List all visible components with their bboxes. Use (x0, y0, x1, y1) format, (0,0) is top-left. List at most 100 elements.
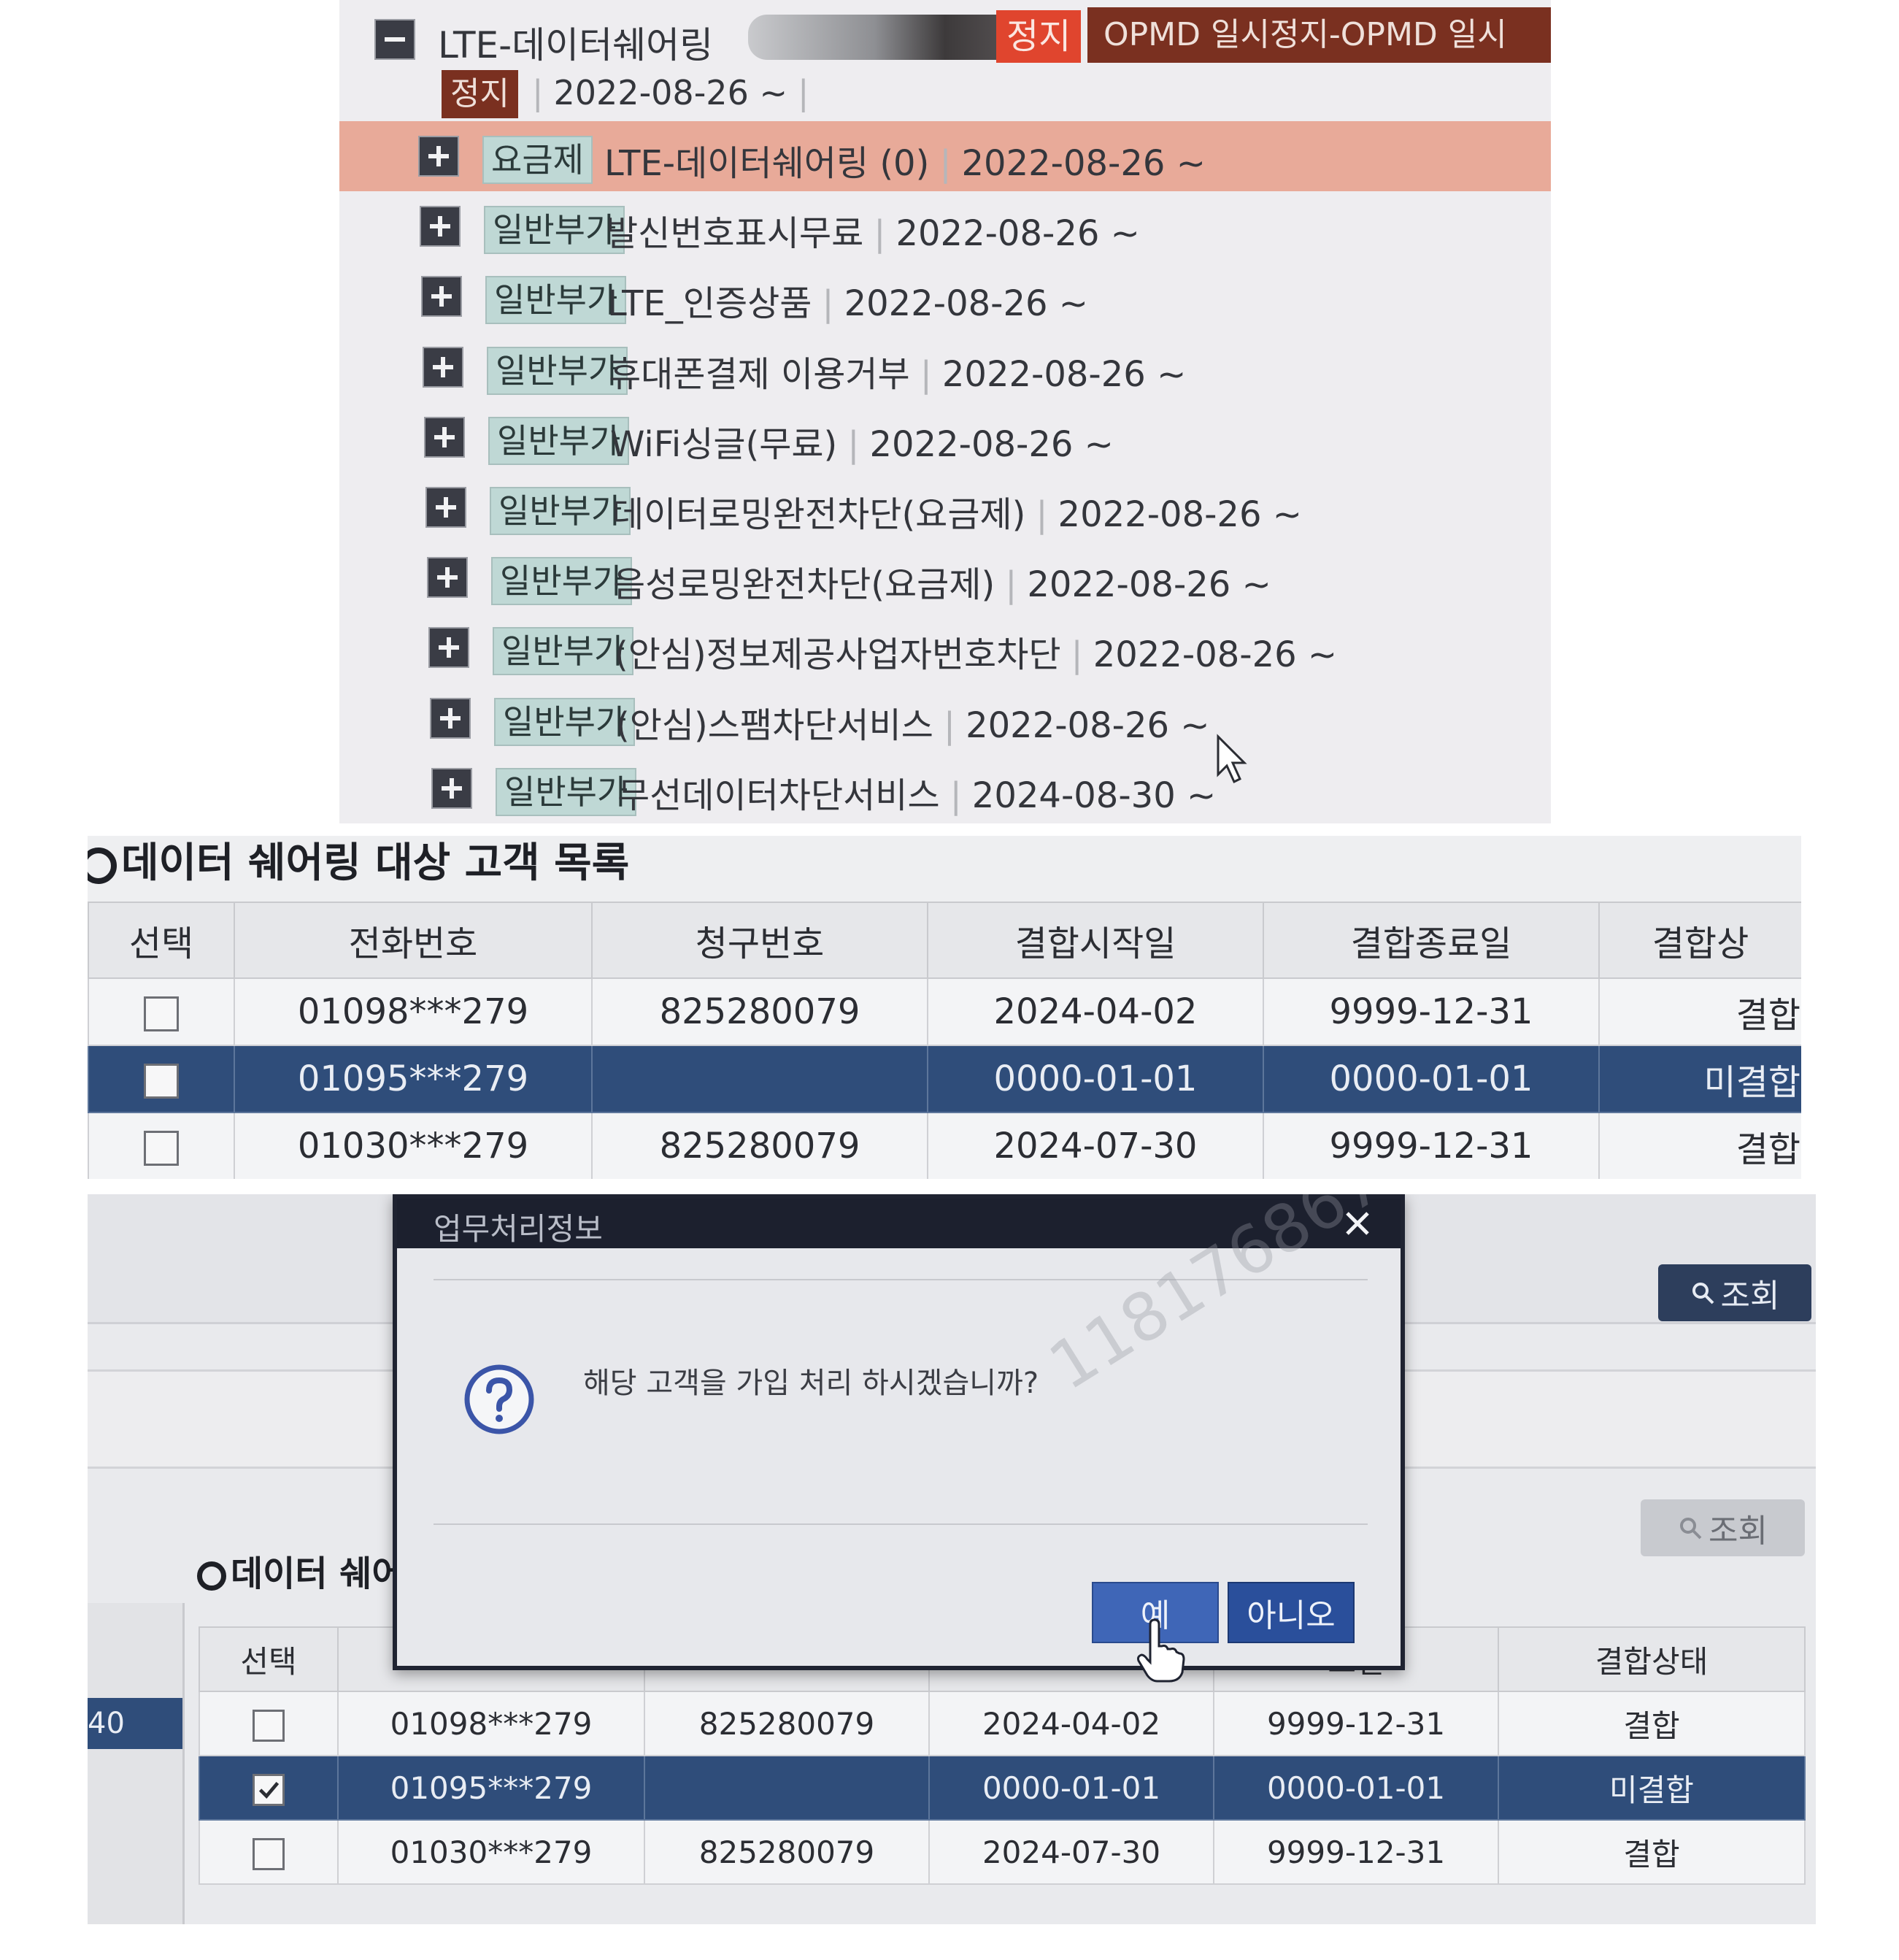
product-name: WiFi싱글(무료) (610, 423, 838, 465)
product-name: 발신번호표시무료 (606, 213, 864, 255)
column-header[interactable]: 결합종료일 (1263, 902, 1600, 979)
section-title: 데이터 쉐어링 대상 고객 목록 (88, 836, 629, 889)
column-header[interactable]: 전화번호 (234, 902, 593, 979)
product-date: 2022-08-26 ~ (869, 423, 1114, 465)
opmd-status-badge-cont: 정지 (442, 70, 518, 118)
product-tree-panel: LTE-데이터쉐어링 정지 OPMD 일시정지-OPMD 일시 정지 | 2022… (339, 0, 1551, 823)
plus-icon (430, 216, 450, 237)
tree-root-row[interactable]: LTE-데이터쉐어링 정지 OPMD 일시정지-OPMD 일시 정지 | 2022… (339, 0, 1551, 121)
tree-item-row[interactable]: 요금제 LTE-데이터쉐어링 (0) | 2022-08-26 ~ (339, 121, 1551, 191)
table-row[interactable]: 01098***279 825280079 2024-04-02 9999-12-31… (88, 977, 1801, 1046)
select-cell[interactable] (199, 1755, 339, 1821)
billing-cell (644, 1755, 930, 1821)
search-button[interactable]: 조회 (1658, 1264, 1811, 1321)
expand-toggle[interactable] (430, 697, 471, 739)
redacted-number (748, 15, 1029, 60)
plus-icon (440, 707, 461, 729)
category-badge: 일반부가 (487, 346, 628, 395)
expand-toggle[interactable] (431, 767, 472, 809)
expand-toggle[interactable] (420, 206, 461, 247)
root-date-value: 2022-08-26 ~ (553, 73, 788, 112)
status-cell: 미결합 (1598, 1045, 1801, 1113)
phone-cell: 01030***279 (337, 1819, 645, 1885)
table-row[interactable]: 01095***279 0000-01-01 0000-01-01 미결합 (88, 1045, 1801, 1113)
table-row[interactable]: 01098***279 825280079 2024-04-02 9999-12-31… (199, 1691, 1806, 1756)
column-header[interactable]: 결합상 (1598, 902, 1801, 979)
plus-icon (442, 777, 462, 799)
expand-toggle[interactable] (427, 557, 468, 599)
divider (434, 1523, 1368, 1525)
table-row[interactable]: 01030***279 825280079 2024-07-30 9999-12-31… (88, 1112, 1801, 1179)
checkbox-icon[interactable] (144, 1131, 179, 1166)
product-date: 2022-08-26 ~ (961, 143, 1206, 184)
search-icon (1680, 1518, 1702, 1540)
end-cell: 9999-12-31 (1213, 1819, 1499, 1885)
plus-icon (433, 356, 453, 377)
billing-cell: 825280079 (644, 1819, 930, 1885)
end-cell: 0000-01-01 (1263, 1045, 1600, 1113)
tree-item-row[interactable]: 일반부가 WiFi싱글(무료) | 2022-08-26 ~ (339, 402, 1551, 472)
tree-item-row[interactable]: 일반부가 데이터로밍완전차단(요금제) | 2022-08-26 ~ (339, 472, 1551, 542)
no-button[interactable]: 아니오 (1228, 1582, 1355, 1643)
select-cell[interactable] (199, 1819, 339, 1885)
expand-toggle[interactable] (428, 627, 469, 669)
select-cell[interactable] (88, 1045, 235, 1113)
plus-icon (439, 637, 459, 658)
status-cell: 결합 (1498, 1691, 1806, 1756)
category-badge: 일반부가 (488, 416, 630, 465)
tree-item-row[interactable]: 일반부가 LTE_인증상품 | 2022-08-26 ~ (339, 261, 1551, 331)
checkbox-icon[interactable] (253, 1773, 285, 1806)
stop-status-badge: 정지 (996, 10, 1082, 63)
table-row[interactable]: 01030***279 825280079 2024-07-30 9999-12-31… (199, 1819, 1806, 1885)
column-header[interactable]: 결합시작일 (927, 902, 1264, 979)
end-cell: 0000-01-01 (1213, 1755, 1499, 1821)
phone-cell: 01095***279 (234, 1045, 593, 1113)
category-badge: 일반부가 (491, 557, 633, 606)
tree-item-row[interactable]: 일반부가 (안심)정보제공사업자번호차단 | 2022-08-26 ~ (339, 612, 1551, 683)
bullet-icon (197, 1561, 226, 1591)
tree-item-row[interactable]: 일반부가 음성로밍완전차단(요금제) | 2022-08-26 ~ (339, 542, 1551, 612)
category-badge: 일반부가 (493, 627, 634, 676)
product-date: 2022-08-26 ~ (1093, 634, 1338, 676)
tree-item-text: (안심)스팸차단서비스 | 2022-08-26 ~ (616, 704, 1210, 746)
expand-toggle[interactable] (424, 416, 465, 458)
tree-item-text: 음성로밍완전차단(요금제) | 2022-08-26 ~ (613, 564, 1271, 606)
opmd-status-badge: OPMD 일시정지-OPMD 일시 (1087, 7, 1551, 63)
expand-toggle[interactable] (425, 487, 466, 528)
checkbox-icon[interactable] (253, 1837, 285, 1870)
checkbox-icon[interactable] (253, 1709, 285, 1742)
status-cell: 미결합 (1498, 1755, 1806, 1821)
left-grid-value: 40 (88, 1698, 182, 1749)
checkbox-icon[interactable] (144, 996, 179, 1031)
tree-item-row[interactable]: 일반부가 휴대폰결제 이용거부 | 2022-08-26 ~ (339, 332, 1551, 402)
bullet-icon (88, 847, 117, 884)
collapse-toggle[interactable] (374, 19, 415, 60)
column-header[interactable]: 선택 (88, 902, 235, 979)
tree-item-text: WiFi싱글(무료) | 2022-08-26 ~ (610, 423, 1114, 465)
select-cell[interactable] (88, 977, 235, 1046)
tree-item-row[interactable]: 일반부가 (안심)스팸차단서비스 | 2022-08-26 ~ (339, 683, 1551, 753)
column-header[interactable]: 결합상태 (1498, 1626, 1806, 1692)
question-icon (464, 1364, 534, 1434)
hand-pointer-icon (1137, 1618, 1185, 1683)
select-cell[interactable] (88, 1112, 235, 1179)
billing-cell: 825280079 (644, 1691, 930, 1756)
select-cell[interactable] (199, 1691, 339, 1756)
search-button-disabled[interactable]: 조회 (1641, 1499, 1805, 1556)
checkbox-icon[interactable] (144, 1064, 179, 1099)
expand-toggle[interactable] (418, 136, 459, 177)
table-row[interactable]: 01095***279 0000-01-01 0000-01-01 미결합 (199, 1755, 1806, 1821)
search-icon (1692, 1283, 1714, 1304)
expand-toggle[interactable] (421, 276, 462, 318)
tree-item-row[interactable]: 일반부가 발신번호표시무료 | 2022-08-26 ~ (339, 191, 1551, 261)
product-date: 2024-08-30 ~ (971, 775, 1217, 816)
start-cell: 0000-01-01 (927, 1045, 1264, 1113)
column-header[interactable]: 청구번호 (591, 902, 928, 979)
tree-item-row[interactable]: 일반부가 무선데이터차단서비스 | 2024-08-30 ~ (339, 753, 1551, 823)
product-name: (안심)스팸차단서비스 (616, 704, 933, 746)
expand-toggle[interactable] (423, 346, 463, 388)
billing-cell: 825280079 (591, 1112, 928, 1179)
end-cell: 9999-12-31 (1263, 977, 1600, 1046)
customer-grid: 선택 전화번호 청구번호 결합시작일 결합종료일 결합상 01098***279 82528… (88, 902, 1801, 1179)
column-header[interactable]: 선택 (199, 1626, 339, 1692)
